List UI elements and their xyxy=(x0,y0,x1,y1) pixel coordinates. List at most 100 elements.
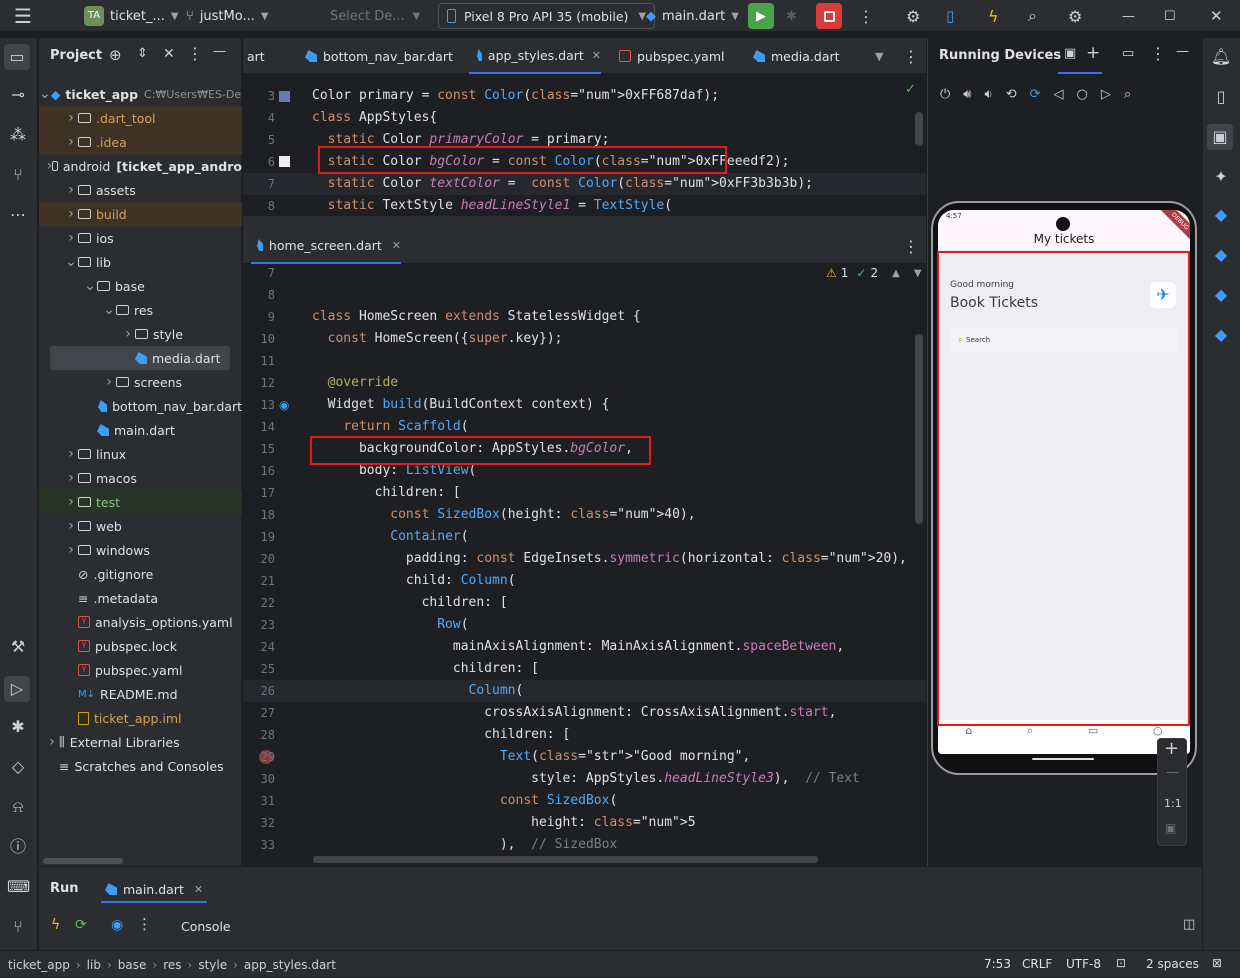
code-line[interactable]: 32 height: class="num">5 xyxy=(243,812,926,834)
breadcrumb-item[interactable]: app_styles.dart xyxy=(244,958,336,972)
search-icon[interactable]: ⌕ xyxy=(1028,0,1037,32)
code-line[interactable]: 17 children: [ xyxy=(243,482,926,504)
tree-item[interactable]: ≡ Scratches and Consoles xyxy=(39,754,242,778)
rotate-left-icon[interactable]: ⟲ xyxy=(1006,87,1017,102)
code-line[interactable]: 33 ), // SizedBox xyxy=(243,834,926,852)
close-tab-icon[interactable]: ✕ xyxy=(592,49,601,62)
flutter-deep-links-icon[interactable]: ◆ xyxy=(1210,284,1232,306)
tree-item[interactable]: › build xyxy=(39,202,242,226)
code-line[interactable]: 12 @override xyxy=(243,372,926,394)
code-line[interactable]: 8 xyxy=(243,284,926,306)
maximize-icon[interactable]: ☐ xyxy=(1164,0,1176,32)
code-line[interactable]: 29 Text(class="str">"Good morning", xyxy=(243,746,926,768)
horizontal-scrollbar[interactable] xyxy=(313,856,818,863)
flutter-inspector-icon[interactable]: ⚙ xyxy=(906,0,920,32)
volume-down-icon[interactable]: 🔉︎ xyxy=(985,87,993,102)
more-tools-icon[interactable]: ⋯ xyxy=(7,204,29,226)
hide-panel-icon[interactable]: — xyxy=(1176,44,1189,59)
device-manager-icon[interactable]: ▣ xyxy=(1064,46,1076,61)
chevron-right-icon[interactable]: › xyxy=(64,446,78,462)
tabs-dropdown-icon[interactable]: ▼ xyxy=(875,38,883,74)
chevron-right-icon[interactable]: › xyxy=(45,734,59,750)
tree-item[interactable]: Ypubspec.lock xyxy=(39,634,242,658)
tree-item[interactable]: ≡ .metadata xyxy=(39,586,242,610)
code-line[interactable]: 7 xyxy=(243,262,926,284)
search-nav-icon[interactable]: ⌕ xyxy=(1027,724,1033,738)
close-window-icon[interactable]: ✕ xyxy=(1210,0,1223,32)
chevron-right-icon[interactable]: › xyxy=(64,542,78,558)
flutter-inspector-icon[interactable]: ◆ xyxy=(1210,204,1232,226)
code-area-bottom[interactable]: 7 8 9 class HomeScreen extends StatelessWid… xyxy=(243,262,926,852)
tab-pubspec[interactable]: pubspec.yaml xyxy=(619,38,724,74)
chevron-right-icon[interactable]: › xyxy=(64,494,78,510)
tree-item[interactable]: M↓ README.md xyxy=(39,682,242,706)
code-line[interactable]: 8 static TextStyle headLineStyle1 = Text… xyxy=(243,195,926,217)
notifications-icon[interactable]: 🔔︎ xyxy=(1210,46,1232,68)
breadcrumb-item[interactable]: style xyxy=(198,958,227,972)
tree-item[interactable]: Yanalysis_options.yaml xyxy=(39,610,242,634)
console-tab[interactable]: Console xyxy=(181,919,231,934)
editor-options-icon[interactable]: ⋮ xyxy=(903,228,919,264)
chevron-down-icon[interactable]: ⌄ xyxy=(83,278,97,294)
locate-icon[interactable]: ⊕ xyxy=(109,46,122,64)
tree-item[interactable]: › .idea xyxy=(39,130,242,154)
chevron-down-icon[interactable]: ⌄ xyxy=(39,86,51,102)
main-menu-icon[interactable]: ☰ xyxy=(14,0,32,32)
tree-item[interactable]: › linux xyxy=(39,442,242,466)
run-tool-icon[interactable]: ▷ xyxy=(4,676,30,702)
screenshot-icon[interactable]: ⌕ xyxy=(1124,87,1131,102)
code-line[interactable]: 7 static Color textColor = const Color(c… xyxy=(243,173,926,195)
tree-item[interactable]: bottom_nav_bar.dart xyxy=(39,394,242,418)
tree-item[interactable]: media.dart xyxy=(50,346,230,370)
branch-switcher[interactable]: ⑂ justMo... ▼ xyxy=(186,0,269,32)
tree-item[interactable]: › test xyxy=(39,490,242,514)
app-inspection-icon[interactable]: ⍾ xyxy=(7,796,29,818)
code-line[interactable]: 26 Column( xyxy=(243,680,926,702)
commit-icon[interactable]: ⊸ xyxy=(7,84,29,106)
tree-item[interactable]: ⌄ ◆ ticket_app C:₩Users₩ES-Dev xyxy=(39,82,242,106)
breadcrumb-item[interactable]: ticket_app xyxy=(8,958,70,972)
problems-icon[interactable]: ⓘ xyxy=(7,836,29,858)
code-line[interactable]: 23 Row( xyxy=(243,614,926,636)
layout-icon[interactable]: ▭ xyxy=(1122,46,1134,61)
caret-position[interactable]: 7:53 xyxy=(984,957,1011,971)
back-icon[interactable]: ◁ xyxy=(1054,87,1064,102)
close-tab-icon[interactable]: ✕ xyxy=(194,883,203,896)
chevron-right-icon[interactable]: › xyxy=(64,470,78,486)
code-line[interactable]: 18 const SizedBox(height: class="num">40… xyxy=(243,504,926,526)
code-line[interactable]: 13 Widget build(BuildContext context) { xyxy=(243,394,926,416)
indent-setting[interactable]: 2 spaces xyxy=(1146,957,1199,971)
device-manager-icon[interactable]: ▯ xyxy=(946,0,954,32)
hide-panel-icon[interactable]: — xyxy=(213,44,226,59)
settings-icon[interactable]: ⚙ xyxy=(1068,0,1082,32)
git-icon[interactable]: ⑂ xyxy=(7,916,29,938)
options-icon[interactable]: ⋮ xyxy=(187,44,203,63)
more-actions-icon[interactable]: ⋮ xyxy=(858,0,874,32)
code-line[interactable]: 20 padding: const EdgeInsets.symmetric(h… xyxy=(243,548,926,570)
debug-button[interactable]: ✱ xyxy=(786,0,797,32)
readonly-lock-icon[interactable]: ⊡ xyxy=(1116,956,1126,970)
code-line[interactable]: 11 xyxy=(243,350,926,372)
unlock-icon[interactable]: ⊠ xyxy=(1212,956,1222,970)
tab-media[interactable]: media.dart xyxy=(753,38,840,74)
tree-item[interactable]: › style xyxy=(39,322,242,346)
gem-icon[interactable]: ◇ xyxy=(7,756,29,778)
build-icon[interactable]: ⚒ xyxy=(7,636,29,658)
structure-icon[interactable]: ⁂ xyxy=(7,124,29,146)
breadcrumb-item[interactable]: res xyxy=(163,958,181,972)
more-options-icon[interactable]: ⋮ xyxy=(137,915,152,933)
code-line[interactable]: 24 mainAxisAlignment: MainAxisAlignment.… xyxy=(243,636,926,658)
code-line[interactable]: 31 const SizedBox( xyxy=(243,790,926,812)
minimize-icon[interactable]: — xyxy=(1122,0,1135,32)
fit-screen-icon[interactable]: ▣ xyxy=(1165,821,1176,835)
flutter-performance-icon[interactable]: ◆ xyxy=(1210,244,1232,266)
file-encoding[interactable]: UTF-8 xyxy=(1066,957,1101,971)
tree-item[interactable]: › assets xyxy=(39,178,242,202)
rotate-right-icon[interactable]: ⟳ xyxy=(1030,87,1041,102)
close-tab-icon[interactable]: ✕ xyxy=(392,239,401,252)
close-panel-icon[interactable]: ✕ xyxy=(163,46,175,62)
run-config-select[interactable]: ◆ main.dart ▼ xyxy=(646,0,739,32)
chevron-right-icon[interactable]: › xyxy=(102,374,116,390)
terminal-icon[interactable]: ⌨ xyxy=(7,876,30,898)
expand-collapse-icon[interactable]: ⇕ xyxy=(137,46,148,61)
